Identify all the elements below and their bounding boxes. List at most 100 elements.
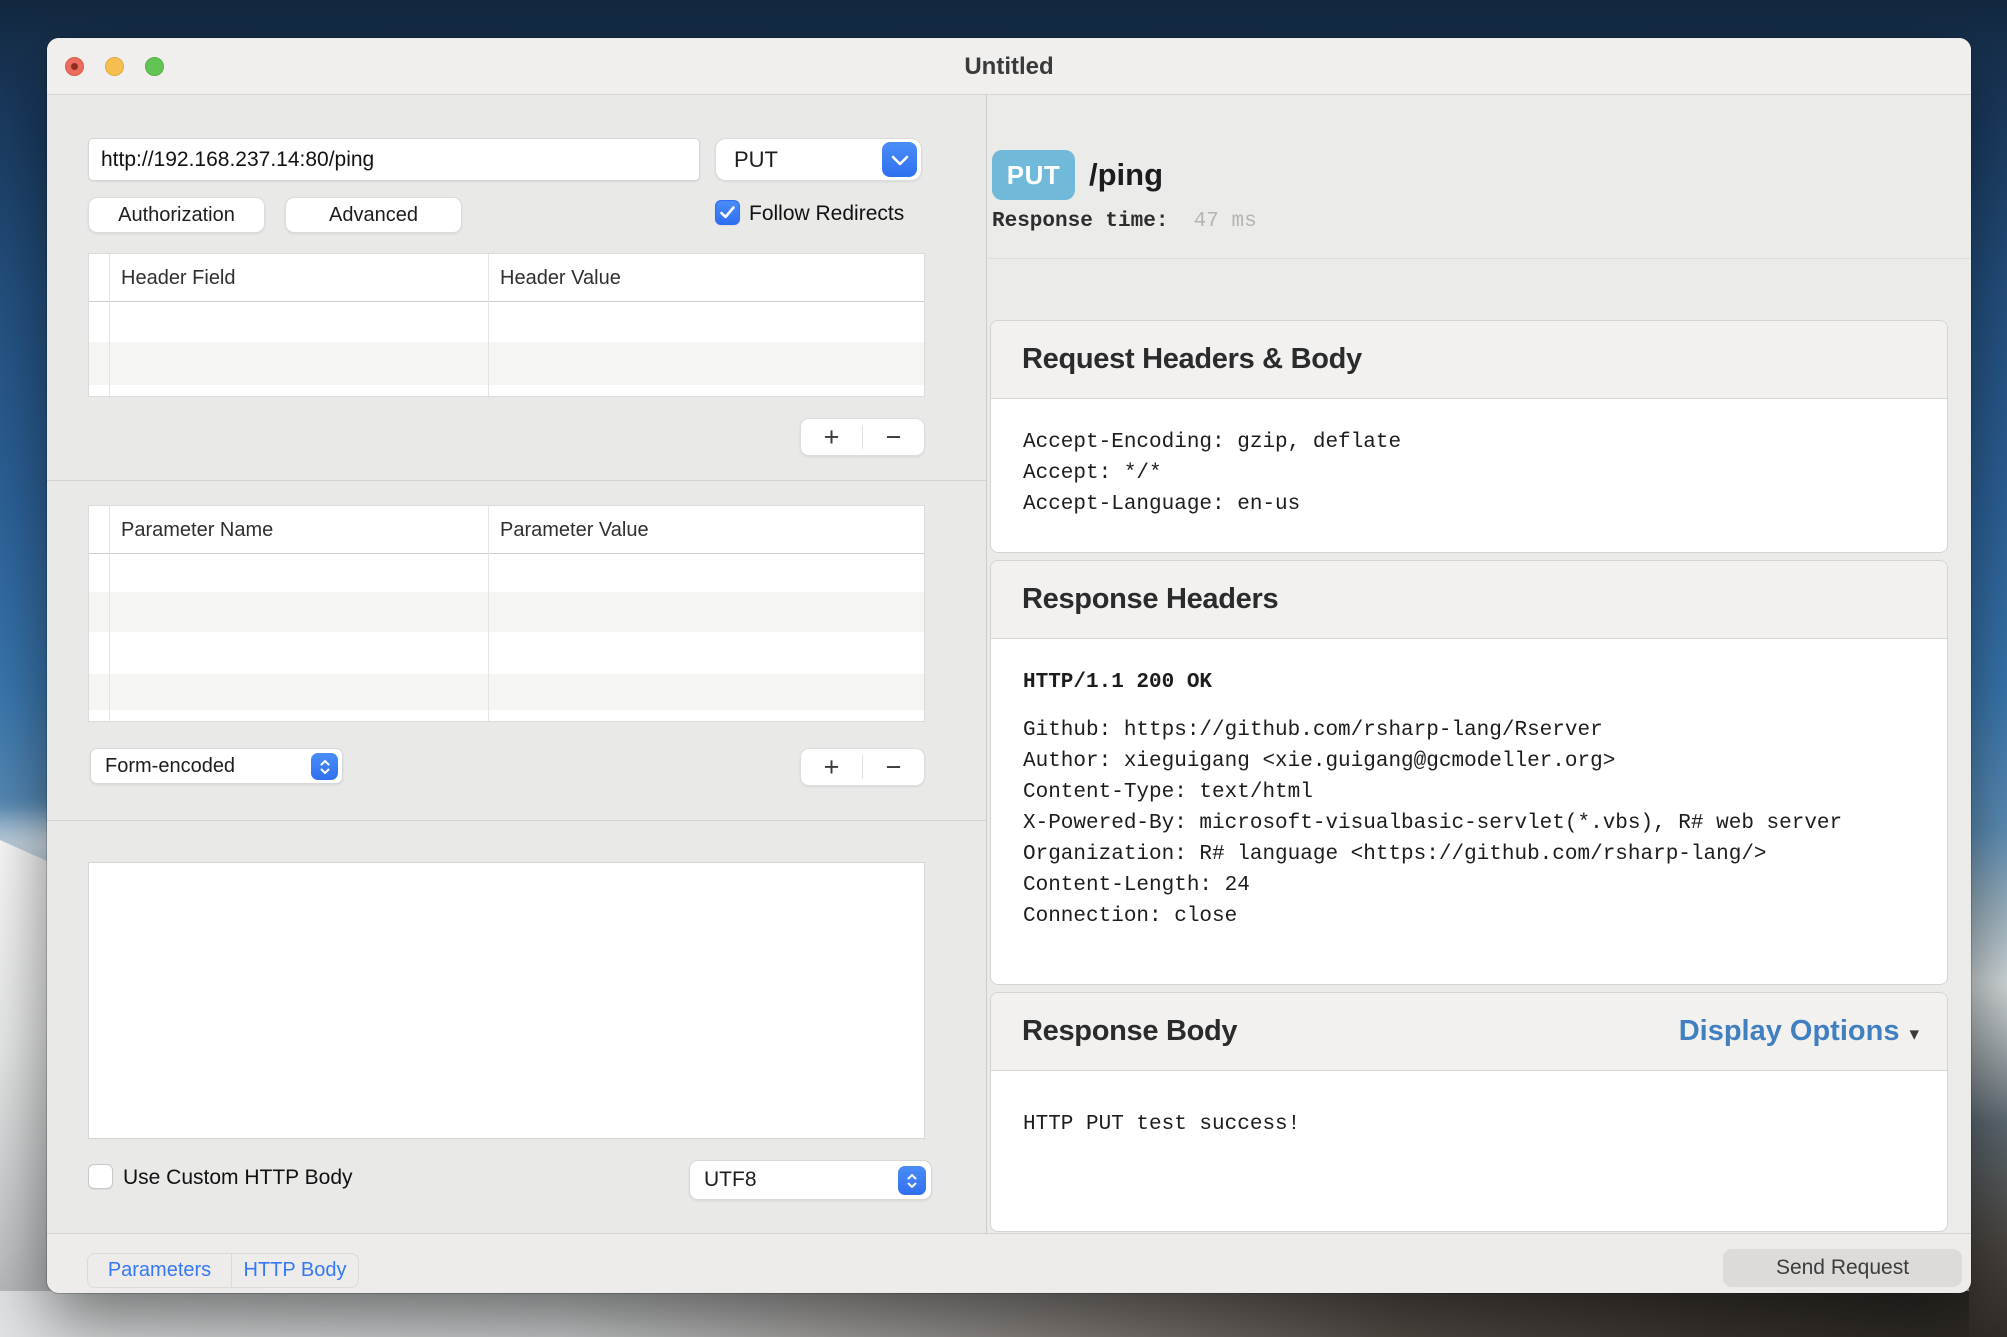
parameter-name-column[interactable]: Parameter Name: [121, 506, 273, 554]
charset-dropdown[interactable]: UTF8: [689, 1160, 932, 1200]
advanced-button[interactable]: Advanced: [285, 197, 462, 233]
checkmark-icon: [720, 206, 735, 219]
response-time: Response time: 47 ms: [992, 210, 1257, 233]
response-header-line: Connection: close: [1023, 901, 1917, 932]
card-title: Response Body: [1022, 1015, 1237, 1048]
close-icon[interactable]: [65, 57, 84, 76]
document-edited-dot: [71, 63, 78, 70]
footer-bar: Parameters HTTP Body Send Request: [47, 1233, 1971, 1293]
section-divider: [47, 820, 987, 821]
use-custom-body-label: Use Custom HTTP Body: [123, 1166, 353, 1190]
column-divider: [109, 506, 110, 721]
add-header-button[interactable]: +: [801, 419, 862, 455]
request-headers-card: Request Headers & Body Accept-Encoding: …: [990, 320, 1948, 553]
column-divider: [488, 254, 489, 396]
response-header-divider: [988, 258, 1971, 259]
header-value-column[interactable]: Header Value: [500, 254, 621, 302]
plus-icon: +: [824, 422, 840, 453]
table-row[interactable]: [89, 674, 924, 710]
response-header-line: X-Powered-By: microsoft-visualbasic-serv…: [1023, 808, 1917, 839]
response-path: /ping: [1089, 150, 1163, 200]
response-time-label: Response time:: [992, 210, 1168, 233]
response-headers-card-header: Response Headers: [991, 561, 1947, 639]
response-headers-body: HTTP/1.1 200 OK Github: https://github.c…: [991, 639, 1947, 932]
request-headers-lines: Accept-Encoding: gzip, deflateAccept: */…: [991, 399, 1947, 520]
encoding-dropdown-value: Form-encoded: [105, 749, 235, 783]
minus-icon: −: [886, 752, 902, 783]
headers-table[interactable]: Header Field Header Value: [88, 253, 925, 397]
window-title: Untitled: [47, 38, 1971, 95]
response-method-badge: PUT: [992, 150, 1075, 200]
minimize-icon[interactable]: [105, 57, 124, 76]
response-header-line: Organization: R# language <https://githu…: [1023, 839, 1917, 870]
response-header-line: Content-Type: text/html: [1023, 777, 1917, 808]
status-line: HTTP/1.1 200 OK: [1023, 667, 1917, 698]
response-header-line: Author: xieguigang <xie.guigang@gcmodell…: [1023, 746, 1917, 777]
response-headers-lines: Github: https://github.com/rsharp-lang/R…: [1023, 715, 1917, 932]
table-row[interactable]: [89, 554, 924, 592]
response-time-value: [1181, 210, 1194, 233]
desktop-wallpaper: Untitled PUT Authorization Advanced Foll…: [0, 0, 2007, 1337]
footer-tab-group: Parameters HTTP Body: [87, 1253, 359, 1288]
triangle-down-icon: ▾: [1909, 1017, 1919, 1046]
headers-table-header: Header Field Header Value: [89, 254, 924, 302]
param-add-remove-group: + −: [800, 748, 925, 786]
response-body-card: Response Body Display Options ▾ HTTP PUT…: [990, 992, 1948, 1232]
response-header-line: Github: https://github.com/rsharp-lang/R…: [1023, 715, 1917, 746]
response-body-card-header: Response Body Display Options ▾: [991, 993, 1947, 1071]
http-body-textarea[interactable]: [88, 862, 925, 1139]
params-table-header: Parameter Name Parameter Value: [89, 506, 924, 554]
request-header-line: Accept-Encoding: gzip, deflate: [1023, 427, 1917, 458]
wallpaper-rocks-right: [1969, 980, 2007, 1337]
table-row[interactable]: [89, 385, 924, 397]
table-row[interactable]: [89, 302, 924, 342]
header-add-remove-group: + −: [800, 418, 925, 456]
response-headers-card: Response Headers HTTP/1.1 200 OK Github:…: [990, 560, 1948, 985]
encoding-dropdown[interactable]: Form-encoded: [90, 748, 343, 784]
request-header-line: Accept-Language: en-us: [1023, 489, 1917, 520]
fullscreen-icon[interactable]: [145, 57, 164, 76]
request-header-line: Accept: */*: [1023, 458, 1917, 489]
response-body-text: HTTP PUT test success!: [1023, 1109, 1917, 1140]
table-row[interactable]: [89, 632, 924, 674]
chevron-down-icon[interactable]: [882, 142, 917, 177]
display-options-button[interactable]: Display Options ▾: [1679, 1015, 1919, 1048]
authorization-button[interactable]: Authorization: [88, 197, 265, 233]
tab-parameters[interactable]: Parameters: [88, 1254, 231, 1287]
card-title: Response Headers: [1022, 583, 1278, 616]
method-select[interactable]: PUT: [715, 138, 922, 181]
section-divider: [47, 480, 987, 481]
column-divider: [488, 506, 489, 721]
response-header-line: Content-Length: 24: [1023, 870, 1917, 901]
request-headers-card-header: Request Headers & Body: [991, 321, 1947, 399]
minus-icon: −: [886, 422, 902, 453]
remove-param-button[interactable]: −: [863, 749, 924, 785]
column-divider: [109, 254, 110, 396]
tab-http-body[interactable]: HTTP Body: [231, 1254, 358, 1287]
method-select-value: PUT: [734, 139, 778, 180]
wallpaper-rocks: [0, 1291, 2007, 1337]
charset-dropdown-value: UTF8: [704, 1161, 757, 1199]
table-row[interactable]: [89, 342, 924, 385]
chevron-up-down-icon[interactable]: [898, 1166, 926, 1195]
table-row[interactable]: [89, 592, 924, 632]
params-table[interactable]: Parameter Name Parameter Value: [88, 505, 925, 722]
display-options-label: Display Options: [1679, 1015, 1900, 1048]
send-request-button[interactable]: Send Request: [1723, 1249, 1962, 1287]
header-field-column[interactable]: Header Field: [121, 254, 236, 302]
remove-header-button[interactable]: −: [863, 419, 924, 455]
add-param-button[interactable]: +: [801, 749, 862, 785]
url-input[interactable]: [88, 138, 700, 181]
follow-redirects-checkbox[interactable]: [715, 200, 740, 225]
follow-redirects-label: Follow Redirects: [749, 202, 904, 226]
window-titlebar[interactable]: Untitled: [47, 38, 1971, 95]
app-window: Untitled PUT Authorization Advanced Foll…: [47, 38, 1971, 1293]
table-row[interactable]: [89, 710, 924, 722]
chevron-up-down-icon[interactable]: [311, 753, 338, 780]
plus-icon: +: [824, 752, 840, 783]
parameter-value-column[interactable]: Parameter Value: [500, 506, 649, 554]
traffic-lights: [65, 57, 164, 76]
use-custom-body-checkbox[interactable]: [88, 1164, 113, 1189]
card-title: Request Headers & Body: [1022, 343, 1362, 376]
response-body-content: HTTP PUT test success!: [991, 1071, 1947, 1140]
